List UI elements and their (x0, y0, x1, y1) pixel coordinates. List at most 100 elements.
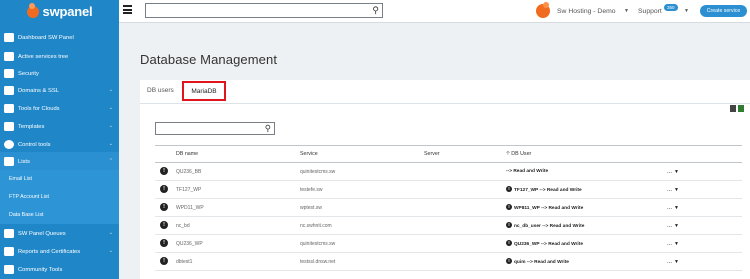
row-actions-menu[interactable]: ... ▼ (667, 216, 742, 235)
table-row: QU236_WP quinitestcms.sw QU236_WP --> Re… (155, 234, 742, 253)
globe-icon (4, 86, 14, 95)
table-filter-input[interactable] (156, 123, 256, 134)
column-header-db-name[interactable]: DB name (176, 145, 300, 163)
db-user-cell: TF127_WP --> Read and Write (506, 180, 667, 199)
chevron-down-icon: ⌄ (108, 123, 113, 129)
server-cell (424, 234, 506, 253)
sidebar-subitem-ftp-list[interactable]: FTP Account List (0, 188, 119, 206)
chevron-down-icon: ⌄ (108, 141, 113, 147)
server-cell (424, 198, 506, 217)
search-icon[interactable]: ⚲ (265, 123, 271, 134)
db-name-cell: QU236_WP (176, 234, 300, 253)
server-cell (424, 162, 506, 181)
row-actions-menu[interactable]: ... ▼ (667, 198, 742, 217)
account-logo-icon (536, 2, 550, 18)
caret-down-icon: ▼ (674, 186, 679, 193)
row-actions-menu[interactable]: ... ▼ (667, 180, 742, 199)
db-user-cell: --> Read and Write (506, 162, 667, 181)
export-pdf-icon[interactable] (730, 105, 736, 112)
db-name-cell: TF127_WP (176, 180, 300, 199)
column-header-server[interactable]: Server (424, 145, 506, 163)
table-row: QU236_BB quinitestcms.sw --> Read and Wr… (155, 162, 742, 181)
support-menu[interactable]: Support (638, 8, 662, 15)
page-title: Database Management (140, 52, 278, 67)
sidebar-subitem-email-list[interactable]: Email List (0, 170, 119, 188)
chevron-up-icon: ⌃ (108, 158, 113, 164)
sidebar-item-queues[interactable]: SW Panel Queues ⌄ (0, 224, 119, 243)
sidebar-item-lists[interactable]: Lists ⌃ (0, 152, 119, 171)
column-header-actions (667, 145, 742, 163)
column-header-status (155, 145, 176, 163)
create-service-button[interactable]: Create service (700, 5, 747, 17)
user-info-icon[interactable] (506, 258, 512, 264)
report-icon (4, 247, 14, 256)
db-name-cell: WPD11_WP (176, 198, 300, 217)
sidebar: Dashboard SW Panel Active services tree … (0, 23, 119, 279)
row-actions-menu[interactable]: ... ▼ (667, 252, 742, 271)
list-icon (4, 157, 14, 166)
user-info-icon[interactable] (506, 240, 512, 246)
brand-name: swpanel (42, 4, 93, 19)
column-header-service[interactable]: Service (300, 145, 424, 163)
info-icon[interactable] (160, 202, 168, 211)
chevron-down-icon: ⌄ (108, 105, 113, 111)
caret-down-icon: ▼ (674, 240, 679, 247)
table-row: dbtest1 testssl.dnsw.net quim --> Read a… (155, 252, 742, 271)
user-info-icon[interactable] (506, 186, 512, 192)
support-count-badge: 350 (664, 4, 678, 11)
column-header-db-user[interactable]: 🡡 DB User (506, 145, 667, 163)
tab-db-users[interactable]: DB users (147, 87, 174, 94)
sidebar-item-tools-clouds[interactable]: Tools for Clouds ⌄ (0, 99, 119, 118)
info-icon[interactable] (160, 238, 168, 247)
user-info-icon[interactable] (506, 222, 512, 228)
sidebar-item-reports[interactable]: Reports and Certificates ⌄ (0, 242, 119, 261)
row-actions-menu[interactable]: ... ▼ (667, 162, 742, 181)
sidebar-item-community-tools[interactable]: Community Tools (0, 260, 119, 279)
tree-icon (4, 52, 14, 61)
main-content: Database Management DB users MariaDB ⚲ D… (119, 23, 750, 279)
export-tools (730, 105, 744, 112)
menu-toggle-icon[interactable] (123, 5, 132, 14)
global-search: ⚲ (145, 3, 383, 18)
support-caret-icon[interactable]: ▼ (684, 8, 689, 14)
server-cell (424, 252, 506, 271)
db-user-cell: QU236_WP --> Read and Write (506, 234, 667, 253)
row-actions-menu[interactable]: ... ▼ (667, 234, 742, 253)
dashboard-icon (4, 33, 14, 42)
swpanel-logo-icon (26, 2, 39, 18)
db-user-cell: nc_db_user --> Read and Write (506, 216, 667, 235)
service-cell: quinitestcms.sw (300, 162, 424, 181)
table-filter: ⚲ (155, 122, 275, 135)
db-name-cell: dbtest1 (176, 252, 300, 271)
sidebar-item-domains[interactable]: Domains & SSL ⌄ (0, 81, 119, 100)
db-name-cell: QU236_BB (176, 162, 300, 181)
tab-mariadb[interactable]: MariaDB (182, 81, 226, 101)
sidebar-subitem-database-list[interactable]: Data Base List (0, 206, 119, 224)
tab-divider (140, 103, 750, 104)
info-icon[interactable] (160, 166, 168, 175)
global-search-input[interactable] (146, 4, 366, 17)
caret-down-icon: ▼ (674, 168, 679, 175)
db-name-cell: nc_bd (176, 216, 300, 235)
database-panel: DB users MariaDB ⚲ DB name Service Serve… (140, 80, 750, 279)
table-row: TF127_WP testefe.sw TF127_WP --> Read an… (155, 180, 742, 199)
info-icon[interactable] (160, 220, 168, 229)
brand-logo[interactable]: swpanel (0, 0, 119, 23)
export-excel-icon[interactable] (738, 105, 744, 112)
sidebar-item-dashboard[interactable]: Dashboard SW Panel (0, 28, 119, 47)
account-caret-icon[interactable]: ▼ (624, 8, 629, 14)
account-selector[interactable]: Sw Hosting - Demo (557, 8, 616, 15)
info-icon[interactable] (160, 184, 168, 193)
sidebar-item-templates[interactable]: Templates ⌄ (0, 117, 119, 136)
service-cell: wptest.sw (300, 198, 424, 217)
table-row: WPD11_WP wptest.sw WP811_WP --> Read and… (155, 198, 742, 217)
db-user-cell: WP811_WP --> Read and Write (506, 198, 667, 217)
info-icon[interactable] (160, 256, 168, 265)
top-bar: swpanel ⚲ Sw Hosting - Demo ▼ Support 35… (0, 0, 750, 23)
chevron-down-icon: ⌄ (108, 87, 113, 93)
chevron-down-icon: ⌄ (108, 230, 113, 236)
caret-down-icon: ▼ (674, 204, 679, 211)
table-row: nc_bd nc.swhnit.com nc_db_user --> Read … (155, 216, 742, 235)
search-icon[interactable]: ⚲ (372, 5, 379, 16)
user-info-icon[interactable] (506, 204, 512, 210)
